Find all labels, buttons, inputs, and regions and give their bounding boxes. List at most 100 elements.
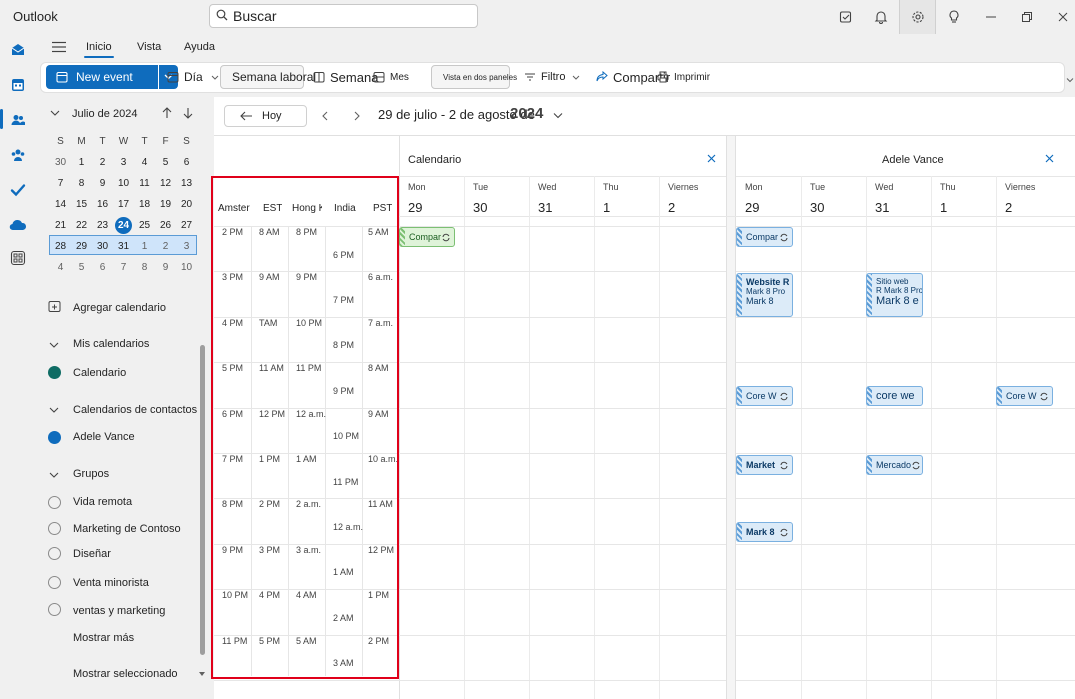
print-button[interactable]: Imprimir xyxy=(657,65,710,89)
day-header-number[interactable]: 29 xyxy=(408,200,422,215)
group-item[interactable]: Diseñar xyxy=(73,548,111,560)
calendar-item-calendario[interactable]: Calendario xyxy=(73,367,126,379)
mini-day[interactable]: 4 xyxy=(134,152,155,173)
next-week-icon[interactable] xyxy=(353,111,361,121)
mini-day[interactable]: 23 xyxy=(92,215,113,236)
mini-day[interactable]: 18 xyxy=(134,194,155,215)
mini-day[interactable]: 1 xyxy=(71,152,92,173)
groups-chevron-icon[interactable] xyxy=(49,470,59,480)
filter-button[interactable]: Filtro xyxy=(524,65,580,89)
mini-day[interactable]: 22 xyxy=(71,215,92,236)
show-more-link[interactable]: Mostrar más xyxy=(73,632,134,644)
scroll-down-arrow-icon[interactable] xyxy=(199,672,205,676)
ribbon-expand-chevron-icon[interactable] xyxy=(1066,76,1074,84)
event-compar-calendario[interactable]: Compar xyxy=(399,227,455,247)
month-collapse-chevron-icon[interactable] xyxy=(50,110,60,116)
close-pane-icon[interactable] xyxy=(707,154,716,163)
group-checkbox[interactable] xyxy=(48,496,61,509)
groups-icon[interactable] xyxy=(8,145,28,165)
notification-bell-icon[interactable] xyxy=(871,7,891,27)
mini-day[interactable]: 20 xyxy=(176,194,197,215)
event-core-fri[interactable]: Core W xyxy=(996,386,1053,406)
new-event-button[interactable]: New event xyxy=(46,65,158,89)
mini-day[interactable]: 5 xyxy=(71,257,92,278)
event-market[interactable]: Market xyxy=(736,455,793,475)
search-input[interactable] xyxy=(233,7,473,25)
work-week-view-button[interactable]: Semana laboral xyxy=(220,65,316,89)
day-header-number[interactable]: 1 xyxy=(603,200,610,215)
tab-ayuda[interactable]: Ayuda xyxy=(184,41,215,53)
people-icon[interactable] xyxy=(8,110,28,130)
mini-day[interactable]: 7 xyxy=(50,173,71,194)
my-day-icon[interactable] xyxy=(836,7,856,27)
mini-day[interactable]: 31 xyxy=(113,236,134,257)
mail-icon[interactable] xyxy=(8,40,28,60)
contact-calendars-header[interactable]: Calendarios de contactos xyxy=(73,404,197,416)
mini-day[interactable]: 25 xyxy=(134,215,155,236)
mini-day[interactable]: 11 xyxy=(134,173,155,194)
event-compar-adele[interactable]: Compar xyxy=(736,227,793,247)
calendar-item-adele[interactable]: Adele Vance xyxy=(73,431,135,443)
group-checkbox[interactable] xyxy=(48,576,61,589)
mini-day[interactable]: 2 xyxy=(92,152,113,173)
arrow-down-icon[interactable] xyxy=(181,106,195,120)
day-header-number[interactable]: 30 xyxy=(810,200,824,215)
mini-day[interactable]: 2 xyxy=(155,236,176,257)
hamburger-menu-icon[interactable] xyxy=(52,41,66,53)
minimize-icon[interactable] xyxy=(981,7,1001,27)
show-selected-link[interactable]: Mostrar seleccionado xyxy=(73,668,178,680)
group-checkbox[interactable] xyxy=(48,603,61,616)
mini-day[interactable]: 10 xyxy=(113,173,134,194)
mini-day[interactable]: 7 xyxy=(113,257,134,278)
calendar-icon[interactable] xyxy=(8,75,28,95)
group-checkbox[interactable] xyxy=(48,547,61,560)
mini-day[interactable]: 4 xyxy=(50,257,71,278)
tab-inicio[interactable]: Inicio xyxy=(84,41,114,58)
event-mercado[interactable]: Mercado xyxy=(866,455,923,475)
mini-day[interactable]: 3 xyxy=(113,152,134,173)
mini-day[interactable]: 1 xyxy=(134,236,155,257)
day-header-number[interactable]: 29 xyxy=(745,200,759,215)
contact-calendars-chevron-icon[interactable] xyxy=(49,405,59,415)
mini-day[interactable]: 9 xyxy=(92,173,113,194)
mini-day[interactable]: 14 xyxy=(50,194,71,215)
mini-day[interactable]: 8 xyxy=(71,173,92,194)
mini-day[interactable]: 19 xyxy=(155,194,176,215)
add-calendar-link[interactable]: Agregar calendario xyxy=(73,302,166,314)
onedrive-icon[interactable] xyxy=(8,215,28,235)
day-header-number[interactable]: 2 xyxy=(1005,200,1012,215)
close-pane-icon[interactable] xyxy=(1045,154,1054,163)
close-window-icon[interactable] xyxy=(1053,7,1073,27)
mini-day[interactable]: 10 xyxy=(176,257,197,278)
mini-day[interactable]: 30 xyxy=(50,152,71,173)
day-header-number[interactable]: 2 xyxy=(668,200,675,215)
event-core-wed[interactable]: core we xyxy=(866,386,923,406)
previous-week-icon[interactable] xyxy=(321,111,329,121)
today-button[interactable]: Hoy xyxy=(224,105,307,127)
my-calendars-chevron-icon[interactable] xyxy=(49,340,59,350)
mini-calendar-month[interactable]: Julio de 2024 xyxy=(72,108,137,120)
mini-day[interactable]: 6 xyxy=(92,257,113,278)
search-box[interactable] xyxy=(209,4,478,28)
mini-day[interactable]: 27 xyxy=(176,215,197,236)
mini-day[interactable]: 12 xyxy=(155,173,176,194)
group-item[interactable]: ventas y marketing xyxy=(73,605,165,617)
day-header-number[interactable]: 30 xyxy=(473,200,487,215)
mini-day[interactable]: 8 xyxy=(134,257,155,278)
settings-button[interactable] xyxy=(899,0,936,34)
split-view-button[interactable]: Vista en dos paneles xyxy=(431,65,517,89)
mini-day[interactable]: 16 xyxy=(92,194,113,215)
mini-day-today[interactable]: 24 xyxy=(113,215,134,236)
mini-day[interactable]: 5 xyxy=(155,152,176,173)
mini-day[interactable]: 17 xyxy=(113,194,134,215)
mini-day[interactable]: 13 xyxy=(176,173,197,194)
mini-day[interactable]: 29 xyxy=(71,236,92,257)
mini-day[interactable]: 9 xyxy=(155,257,176,278)
tab-vista[interactable]: Vista xyxy=(137,41,161,53)
month-view-button[interactable]: Mes xyxy=(373,65,409,89)
group-item[interactable]: Vida remota xyxy=(73,496,132,508)
day-header-number[interactable]: 1 xyxy=(940,200,947,215)
mini-day[interactable]: 21 xyxy=(50,215,71,236)
event-sitio-web[interactable]: Sitio web R Mark 8 Pro Mark 8 e xyxy=(866,273,923,317)
group-checkbox[interactable] xyxy=(48,522,61,535)
